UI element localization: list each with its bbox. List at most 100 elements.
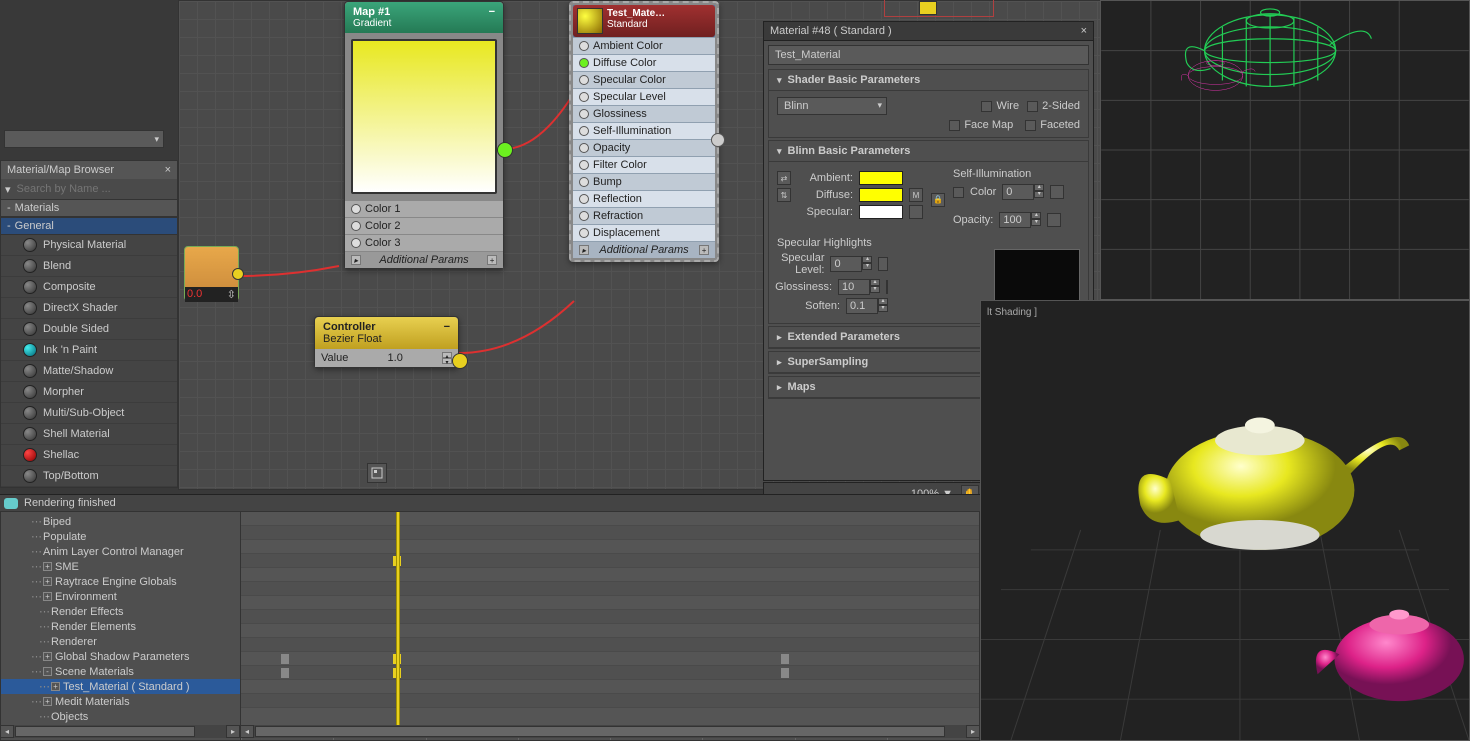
scroll-right-icon[interactable]: ▸ xyxy=(226,725,240,738)
specular-map-button[interactable] xyxy=(909,205,923,219)
tree-item[interactable]: ⋯+Test_Material ( Standard ) xyxy=(1,679,240,694)
specular-color[interactable] xyxy=(859,205,903,219)
input-port[interactable] xyxy=(579,75,589,85)
scroll-right-icon[interactable]: ▸ xyxy=(966,725,980,738)
track-row[interactable] xyxy=(241,526,979,540)
material-name-field[interactable]: Test_Material xyxy=(768,45,1089,65)
node-input-row[interactable]: Ambient Color xyxy=(573,37,715,54)
output-port[interactable] xyxy=(232,268,244,280)
material-item[interactable]: DirectX Shader xyxy=(1,298,177,319)
scroll-thumb[interactable] xyxy=(255,726,945,737)
category-materials[interactable]: -Materials xyxy=(1,199,177,217)
category-general[interactable]: -General xyxy=(1,217,177,235)
track-row[interactable] xyxy=(241,540,979,554)
material-item[interactable]: Matte/Shadow xyxy=(1,361,177,382)
tracks-hscroll[interactable]: ◂ ▸ xyxy=(240,725,980,738)
swap-icon[interactable]: ⇄ xyxy=(777,171,791,185)
node-input-row[interactable]: Refraction xyxy=(573,207,715,224)
scroll-thumb[interactable] xyxy=(15,726,195,737)
additional-params-row[interactable]: ▸ Additional Params + xyxy=(573,241,715,258)
input-port[interactable] xyxy=(579,92,589,102)
node-input-row[interactable]: Filter Color xyxy=(573,156,715,173)
node-input-row[interactable]: Reflection xyxy=(573,190,715,207)
material-item[interactable]: Morpher xyxy=(1,382,177,403)
diffuse-map-button[interactable]: M xyxy=(909,188,923,202)
node-input-row[interactable]: Displacement xyxy=(573,224,715,241)
expand-icon[interactable]: + xyxy=(43,592,52,601)
tree-hscroll[interactable]: ◂ ▸ xyxy=(0,725,240,738)
view-dropdown[interactable] xyxy=(4,130,164,148)
node-input-row[interactable]: Specular Color xyxy=(573,71,715,88)
material-node-header[interactable]: Test_Mate… Standard xyxy=(573,5,715,37)
keyframe[interactable] xyxy=(281,668,289,678)
keyframe[interactable] xyxy=(281,654,289,664)
dropdown-icon[interactable]: ▾ xyxy=(5,183,11,196)
material-item[interactable]: Blend xyxy=(1,256,177,277)
additional-params-row[interactable]: ▸ Additional Params + xyxy=(345,251,503,268)
facemap-checkbox[interactable]: Face Map xyxy=(949,119,1013,131)
gloss-spinner[interactable]: ▴▾ xyxy=(838,279,880,295)
track-tree[interactable]: ⋯Biped⋯Populate⋯Anim Layer Control Manag… xyxy=(1,512,241,740)
track-row[interactable] xyxy=(241,610,979,624)
input-port[interactable] xyxy=(579,109,589,119)
self-color-checkbox[interactable] xyxy=(953,187,964,198)
tree-item[interactable]: ⋯Objects xyxy=(1,709,240,724)
shader-type-dropdown[interactable]: Blinn xyxy=(777,97,887,115)
keyframe[interactable] xyxy=(781,654,789,664)
spinner-icon[interactable]: ⇳ xyxy=(227,288,236,301)
input-port[interactable] xyxy=(351,221,361,231)
material-node[interactable]: Test_Mate… Standard Ambient ColorDiffuse… xyxy=(569,1,719,262)
input-port[interactable] xyxy=(579,143,589,153)
track-row[interactable] xyxy=(241,512,979,526)
expand-icon[interactable]: + xyxy=(43,697,52,706)
material-item[interactable]: Ink 'n Paint xyxy=(1,340,177,361)
material-item[interactable]: Top/Bottom xyxy=(1,466,177,487)
track-row[interactable] xyxy=(241,680,979,694)
diffuse-color[interactable] xyxy=(859,188,903,202)
node-input-row[interactable]: Color 3 xyxy=(345,234,503,251)
opacity-spinner[interactable]: ▴▾ xyxy=(999,212,1041,228)
param-title-bar[interactable]: Material #48 ( Standard ) × xyxy=(764,22,1093,41)
track-row[interactable] xyxy=(241,596,979,610)
input-port[interactable] xyxy=(351,204,361,214)
ambient-color[interactable] xyxy=(859,171,903,185)
tree-item[interactable]: ⋯Render Effects xyxy=(1,604,240,619)
rollout-head-shader[interactable]: ▾Shader Basic Parameters xyxy=(769,70,1088,91)
input-port[interactable] xyxy=(579,58,589,68)
tree-item[interactable]: ⋯Populate xyxy=(1,529,240,544)
material-item[interactable]: Physical Material xyxy=(1,235,177,256)
expand-icon[interactable]: + xyxy=(51,682,60,691)
controller-node-header[interactable]: Controller − Bezier Float xyxy=(315,317,458,349)
material-item[interactable]: Double Sided xyxy=(1,319,177,340)
input-port[interactable] xyxy=(579,160,589,170)
self-color-spinner[interactable]: ▴▾ xyxy=(1002,184,1044,200)
output-port[interactable] xyxy=(497,142,513,158)
material-item[interactable]: Composite xyxy=(1,277,177,298)
tree-item[interactable]: ⋯Biped xyxy=(1,514,240,529)
2sided-checkbox[interactable]: 2-Sided xyxy=(1027,100,1080,112)
viewport-bottom-right[interactable]: lt Shading ] xyxy=(980,300,1470,741)
tree-item[interactable]: ⋯+Global Shadow Parameters xyxy=(1,649,240,664)
close-icon[interactable]: × xyxy=(165,164,171,176)
track-row[interactable] xyxy=(241,652,979,666)
input-port[interactable] xyxy=(579,228,589,238)
node-input-row[interactable]: Diffuse Color xyxy=(573,54,715,71)
tree-item[interactable]: ⋯+Environment xyxy=(1,589,240,604)
tracks-area[interactable]: 010203040506070 xyxy=(241,512,979,740)
viewport-top-right[interactable] xyxy=(1100,0,1470,300)
track-row[interactable] xyxy=(241,582,979,596)
map-node[interactable]: Map #1 − Gradient Color 1Color 2Color 3 … xyxy=(344,1,504,269)
tree-item[interactable]: ⋯+Raytrace Engine Globals xyxy=(1,574,240,589)
value-spinner[interactable]: ▴▾ xyxy=(442,352,452,364)
node-input-row[interactable]: Color 1 xyxy=(345,200,503,217)
node-input-row[interactable]: Bump xyxy=(573,173,715,190)
output-port[interactable] xyxy=(711,133,725,147)
expand-icon[interactable]: + xyxy=(43,577,52,586)
material-item[interactable]: Shellac xyxy=(1,445,177,466)
tree-item[interactable]: ⋯-Scene Materials xyxy=(1,664,240,679)
output-port[interactable] xyxy=(452,353,468,369)
playhead[interactable] xyxy=(396,512,400,726)
opacity-map-button[interactable] xyxy=(1047,213,1061,227)
spec-level-map-button[interactable] xyxy=(878,257,888,271)
tree-item[interactable]: ⋯Render Elements xyxy=(1,619,240,634)
